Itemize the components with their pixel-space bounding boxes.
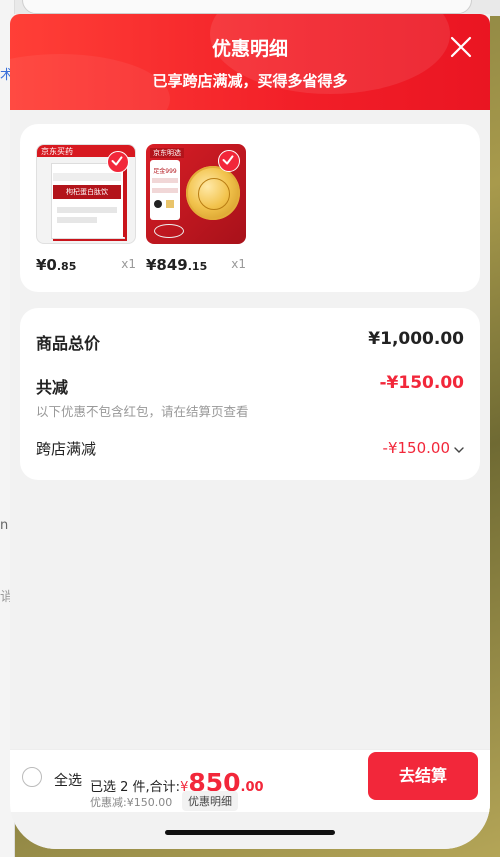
product-item[interactable]: 京东买药 枸杞蛋白肽饮 ¥0.85 x1 bbox=[36, 144, 136, 274]
close-icon bbox=[450, 36, 472, 58]
close-button[interactable] bbox=[450, 36, 472, 58]
total-discount-label: 共减 bbox=[36, 378, 69, 397]
product-box-label: 足金999 bbox=[153, 168, 177, 175]
product-price: ¥849.15 bbox=[146, 256, 208, 274]
crossstore-discount-row[interactable]: 跨店满减 -¥150.00 bbox=[20, 430, 480, 466]
product-item[interactable]: 京东明选 足金999 ¥849.15 x1 bbox=[146, 144, 246, 274]
product-quantity: x1 bbox=[231, 257, 246, 271]
crossstore-discount-label: 跨店满减 bbox=[36, 440, 97, 458]
product-price: ¥0.85 bbox=[36, 256, 77, 274]
sheet-subtitle: 已享跨店满减，买得多省得多 bbox=[152, 72, 348, 90]
home-indicator bbox=[165, 830, 335, 835]
selected-check-icon bbox=[218, 150, 240, 172]
sheet-title: 优惠明细 bbox=[211, 38, 288, 60]
select-all-label[interactable]: 全选 bbox=[54, 770, 82, 790]
discount-summary: 优惠减:¥150.00 bbox=[90, 796, 173, 809]
total-price-label: 商品总价 bbox=[36, 334, 101, 353]
checkout-bar: 全选 已选 2 件,合计:¥850.00 优惠减:¥150.00 优惠明细 去结… bbox=[10, 749, 490, 812]
total-discount-value: -¥150.00 bbox=[379, 373, 465, 393]
background-search-bar bbox=[22, 0, 472, 14]
checkout-button[interactable]: 去结算 bbox=[368, 752, 478, 800]
discount-note: 以下优惠不包含红包，请在结算页查看 bbox=[36, 404, 249, 419]
crossstore-discount-value: -¥150.00 bbox=[382, 439, 450, 457]
selected-count-text: 已选 2 件,合计: bbox=[90, 780, 181, 795]
price-summary-card: 商品总价 ¥1,000.00 共减 -¥150.00 以下优惠不包含红包，请在结… bbox=[20, 308, 480, 480]
discount-detail-sheet: 优惠明细 已享跨店满减，买得多省得多 京东买药 枸杞蛋白肽饮 ¥0.85 x1 … bbox=[10, 14, 490, 849]
total-amount-decimal: .00 bbox=[240, 780, 264, 795]
total-price-value: ¥1,000.00 bbox=[368, 329, 464, 349]
sheet-header: 优惠明细 已享跨店满减，买得多省得多 bbox=[10, 14, 490, 110]
background-text-fragment: n bbox=[0, 518, 9, 533]
select-all-checkbox[interactable] bbox=[22, 767, 42, 787]
product-image[interactable]: 京东买药 枸杞蛋白肽饮 bbox=[36, 144, 136, 244]
product-brand-tag: 京东买药 bbox=[41, 147, 73, 156]
product-list-card: 京东买药 枸杞蛋白肽饮 ¥0.85 x1 京东明选 足金999 ¥849.15 … bbox=[20, 124, 480, 292]
chevron-down-icon bbox=[454, 447, 464, 453]
product-image[interactable]: 京东明选 足金999 bbox=[146, 144, 246, 244]
sheet-body: 京东买药 枸杞蛋白肽饮 ¥0.85 x1 京东明选 足金999 ¥849.15 … bbox=[10, 110, 490, 849]
product-quantity: x1 bbox=[121, 257, 136, 271]
selected-check-icon bbox=[107, 151, 129, 173]
product-brand-tag: 京东明选 bbox=[150, 148, 184, 158]
product-box-label: 枸杞蛋白肽饮 bbox=[66, 188, 108, 196]
discount-detail-button[interactable]: 优惠明细 bbox=[182, 791, 238, 811]
